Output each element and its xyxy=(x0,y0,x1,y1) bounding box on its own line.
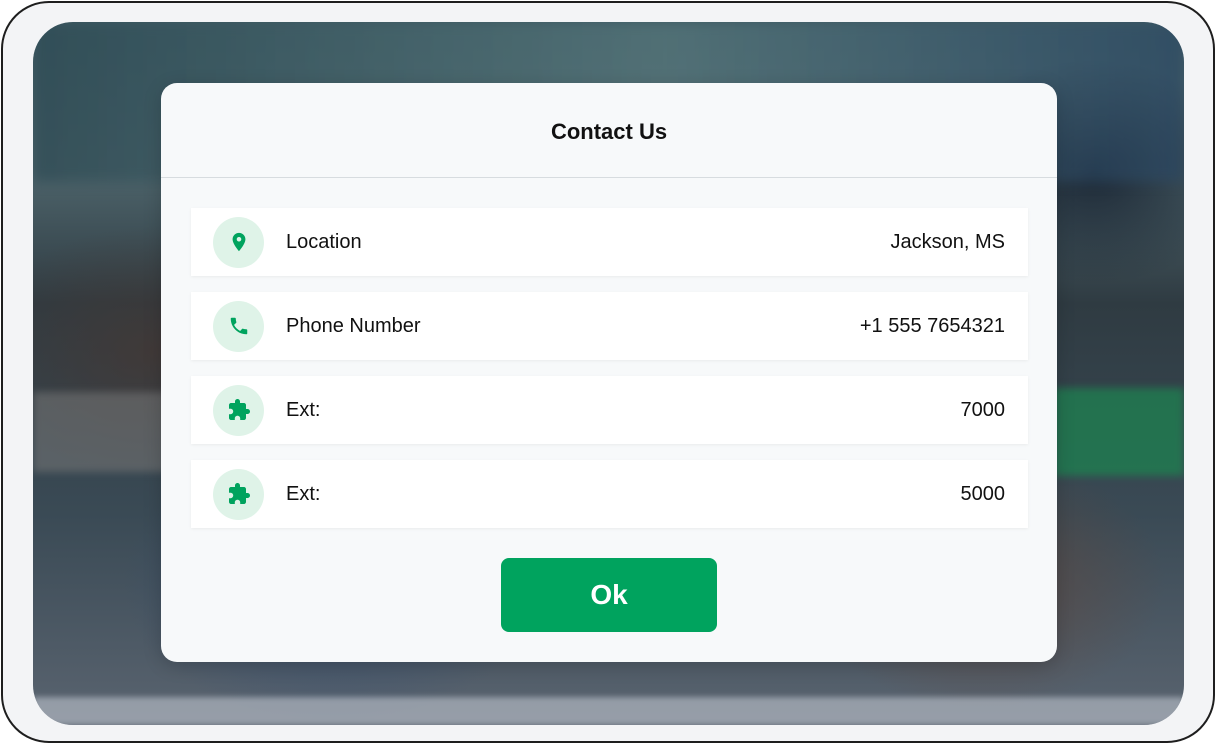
location-label: Location xyxy=(286,230,362,253)
background-right-band xyxy=(1054,388,1184,476)
extension-value: 7000 xyxy=(960,398,1006,421)
background-left-band xyxy=(33,392,168,472)
contact-us-dialog: Contact Us Location Jackson, MS Phone Nu… xyxy=(161,83,1057,662)
phone-icon xyxy=(213,300,264,352)
puzzle-piece-icon xyxy=(213,384,264,436)
phone-label: Phone Number xyxy=(286,314,421,337)
contact-row-extension-2: Ext: 5000 xyxy=(191,460,1028,528)
location-pin-icon xyxy=(213,216,264,268)
extension-label: Ext: xyxy=(286,482,321,505)
dialog-title: Contact Us xyxy=(550,119,668,144)
background-bottom-strip xyxy=(33,697,1184,725)
extension-value: 5000 xyxy=(960,482,1006,505)
location-value: Jackson, MS xyxy=(890,230,1005,253)
contact-row-location: Location Jackson, MS xyxy=(191,208,1028,276)
extension-label: Ext: xyxy=(286,398,321,421)
dialog-header: Contact Us xyxy=(161,83,1057,178)
contact-row-extension-1: Ext: 7000 xyxy=(191,376,1028,444)
contact-row-phone: Phone Number +1 555 7654321 xyxy=(191,292,1028,360)
ok-button[interactable]: Ok xyxy=(501,558,717,632)
contact-list: Location Jackson, MS Phone Number +1 555… xyxy=(191,208,1028,544)
device-frame: Contact Us Location Jackson, MS Phone Nu… xyxy=(1,1,1215,743)
puzzle-piece-icon xyxy=(213,468,264,520)
phone-value: +1 555 7654321 xyxy=(859,314,1005,337)
